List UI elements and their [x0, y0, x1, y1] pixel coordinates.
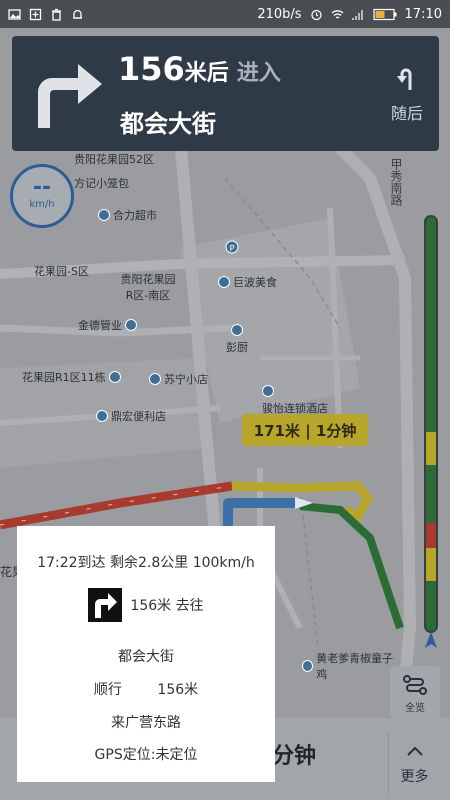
trip-summary: 17:22到达 剩余2.8公里 100km/h — [37, 555, 255, 571]
next-maneuver: 随后 — [387, 66, 427, 124]
clock: 17:10 — [404, 6, 442, 22]
dialog-road-name: 都会大街 — [118, 649, 174, 665]
traffic-progress-bar — [424, 215, 438, 633]
image-icon — [8, 8, 21, 20]
restaurant-icon — [218, 276, 230, 288]
next-road-name: 都会大街 — [120, 110, 216, 138]
dialog-next-road: 来广营东路 — [111, 715, 181, 731]
map-poi[interactable]: 花果园R1区11栋 — [22, 369, 121, 385]
traffic-segment — [426, 465, 436, 524]
navigation-banner[interactable]: 156米后 进入 都会大街 随后 — [12, 36, 439, 151]
shop-icon — [125, 319, 137, 331]
hotel-icon — [262, 385, 274, 397]
trash-icon — [52, 8, 61, 21]
map-poi[interactable]: 金德管业 — [78, 317, 137, 333]
network-speed: 210b/s — [257, 6, 302, 22]
map-poi[interactable]: 黄老爹青椒童子鸡 — [302, 650, 396, 682]
shop-icon — [149, 373, 161, 385]
chevron-up-icon — [406, 746, 423, 756]
status-bar: 210b/s 17:10 — [0, 0, 450, 28]
traffic-segment — [426, 548, 436, 582]
map-poi[interactable]: 鼎宏便利店 — [96, 408, 166, 424]
traffic-segment — [426, 523, 436, 549]
map-poi[interactable]: 合力超市 — [98, 207, 157, 223]
gps-status: GPS定位:未定位 — [94, 747, 198, 763]
turn-instruction: 156米 去往 — [17, 588, 275, 622]
route-overview-icon — [403, 675, 427, 695]
route-callout: 171米 | 1分钟 — [242, 414, 368, 446]
building-icon — [108, 371, 121, 383]
turn-right-icon — [88, 588, 123, 622]
restaurant-icon — [302, 660, 314, 672]
road-label: 甲秀南路 — [389, 158, 403, 206]
map-poi[interactable]: 彭厨 — [226, 324, 248, 355]
bell-icon — [73, 9, 82, 19]
map-poi[interactable]: 巨波美食 — [218, 274, 277, 290]
traffic-segment — [426, 432, 436, 466]
plus-box-icon — [29, 8, 42, 20]
location-arrow-icon[interactable] — [421, 630, 441, 650]
alarm-icon — [310, 9, 322, 20]
svg-text:P: P — [230, 244, 235, 253]
turn-left-uturn-icon — [397, 68, 412, 90]
follow-distance: 顺行 156米 — [93, 682, 199, 698]
navigation-info-dialog: 17:22到达 剩余2.8公里 100km/h 156米 去往 都会大街 顺行 … — [17, 526, 275, 782]
map-poi[interactable]: 花果园-S区 — [34, 263, 89, 279]
wifi-icon — [331, 9, 343, 19]
shop-icon — [96, 410, 108, 422]
restaurant-icon — [231, 324, 243, 336]
battery-icon — [372, 8, 397, 20]
more-button[interactable]: 更多 — [388, 732, 440, 794]
shop-icon — [98, 209, 110, 221]
signal-icon — [351, 9, 363, 20]
map-poi[interactable]: 贵阳花果园R区-南区 — [118, 271, 178, 303]
turn-right-icon — [38, 64, 102, 128]
traffic-segment — [426, 581, 436, 631]
overview-button[interactable]: 全览 — [390, 666, 440, 718]
speed-indicator: -- km/h — [10, 164, 74, 228]
map-poi[interactable]: 骏怡连锁酒店 — [262, 385, 328, 416]
turn-distance: 156米后 进入 — [118, 50, 281, 88]
map-poi[interactable]: 方记小笼包 — [74, 175, 129, 191]
traffic-segment — [426, 217, 436, 433]
map-poi[interactable]: 苏宁小店 — [149, 371, 208, 387]
map-poi[interactable]: 贵阳花果园52区 — [74, 151, 154, 167]
eta-text: 分钟 — [272, 744, 317, 769]
